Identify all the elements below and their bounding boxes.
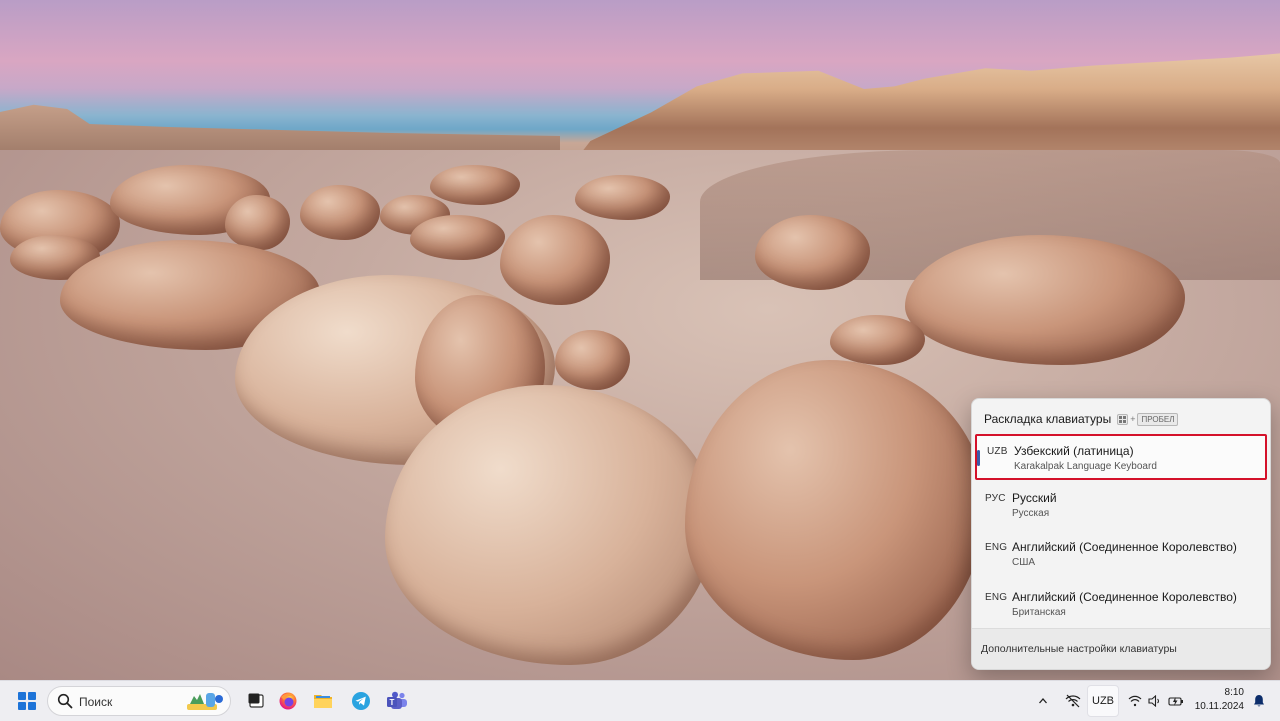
wallpaper-rock [575, 175, 670, 220]
more-keyboard-settings-label: Дополнительные настройки клавиатуры [981, 643, 1177, 655]
layout-code: РУС [985, 493, 1006, 504]
layout-name: Английский (Соединенное Королевство) [1012, 540, 1237, 554]
start-button[interactable] [11, 685, 43, 717]
layout-name: Узбекский (латиница) [1014, 444, 1134, 458]
clock-time: 8:10 [1224, 687, 1244, 698]
notifications-button[interactable] [1248, 685, 1270, 717]
layout-code: UZB [987, 446, 1008, 457]
wallpaper-rock [555, 330, 630, 390]
telegram-button[interactable] [345, 685, 377, 717]
teams-icon: T [387, 691, 407, 709]
layout-item-english-uk[interactable]: ENG Английский (Соединенное Королевство)… [975, 582, 1267, 628]
search-highlight-icon [187, 693, 223, 710]
shortcut-hint: + ПРОБЕЛ [1117, 412, 1179, 426]
shortcut-plus: + [1130, 414, 1136, 424]
selected-indicator [977, 450, 980, 466]
layout-name: Русский [1012, 491, 1057, 505]
telegram-icon [352, 692, 370, 710]
folder-button[interactable] [307, 685, 339, 717]
wallpaper-rock [755, 215, 870, 290]
input-indicator-button[interactable]: UZB [1087, 685, 1119, 717]
volume-icon [1148, 695, 1160, 707]
clock-button[interactable]: 8:10 10.11.2024 [1195, 686, 1244, 714]
file-explorer-icon [248, 693, 264, 708]
taskbar-search[interactable]: Поиск [47, 686, 231, 716]
wallpaper-rock [300, 185, 380, 240]
layout-keyboard: Русская [1012, 508, 1050, 519]
quick-settings-button[interactable] [1124, 685, 1188, 717]
more-keyboard-settings-link[interactable]: Дополнительные настройки клавиатуры [972, 628, 1270, 669]
battery-charging-icon [1168, 697, 1183, 706]
folder-icon [314, 695, 332, 708]
flyout-header: Раскладка клавиатуры + ПРОБЕЛ [984, 409, 1179, 429]
layout-keyboard: Британская [1012, 607, 1066, 618]
layout-item-russian[interactable]: РУС Русский Русская [975, 483, 1267, 529]
layout-keyboard: США [1012, 557, 1036, 568]
layout-item-english-us[interactable]: ENG Английский (Соединенное Королевство)… [975, 532, 1267, 578]
windows-logo-icon [18, 692, 36, 710]
wallpaper-rock [430, 165, 520, 205]
wifi-icon [1128, 695, 1142, 707]
svg-text:T: T [390, 698, 395, 707]
keyboard-layout-flyout: Раскладка клавиатуры + ПРОБЕЛ UZB Узбекс… [971, 398, 1271, 670]
firefox-button[interactable] [272, 685, 304, 717]
file-explorer-button[interactable] [240, 685, 272, 717]
input-language-code: UZB [1092, 695, 1114, 707]
network-status-button[interactable] [1060, 685, 1086, 717]
taskbar: Поиск T UZB 8:10 10.11.2024 [0, 680, 1280, 721]
wallpaper-rock [830, 315, 925, 365]
show-hidden-icons-button[interactable] [1030, 685, 1056, 717]
layout-code: ENG [985, 542, 1008, 553]
layout-name: Английский (Соединенное Королевство) [1012, 590, 1237, 604]
wallpaper-rock [905, 235, 1185, 365]
bell-icon [1254, 695, 1264, 707]
space-key-badge: ПРОБЕЛ [1137, 412, 1179, 426]
layout-code: ENG [985, 592, 1008, 603]
wallpaper-rock [685, 360, 985, 660]
wallpaper-rock [500, 215, 610, 305]
windows-key-icon [1117, 413, 1129, 425]
flyout-title: Раскладка клавиатуры [984, 412, 1112, 426]
wallpaper-rock [225, 195, 290, 250]
wallpaper-rock [385, 385, 715, 665]
search-placeholder: Поиск [79, 695, 113, 709]
teams-button[interactable]: T [381, 685, 413, 717]
layout-item-uzbek[interactable]: UZB Узбекский (латиница) Karakalpak Lang… [975, 434, 1267, 480]
chevron-up-icon [1039, 698, 1047, 704]
search-icon [57, 693, 73, 709]
wallpaper-rock [410, 215, 505, 260]
firefox-icon [279, 692, 297, 710]
clock-date: 10.11.2024 [1194, 701, 1244, 712]
layout-keyboard: Karakalpak Language Keyboard [1014, 461, 1157, 472]
no-internet-icon [1065, 694, 1081, 708]
